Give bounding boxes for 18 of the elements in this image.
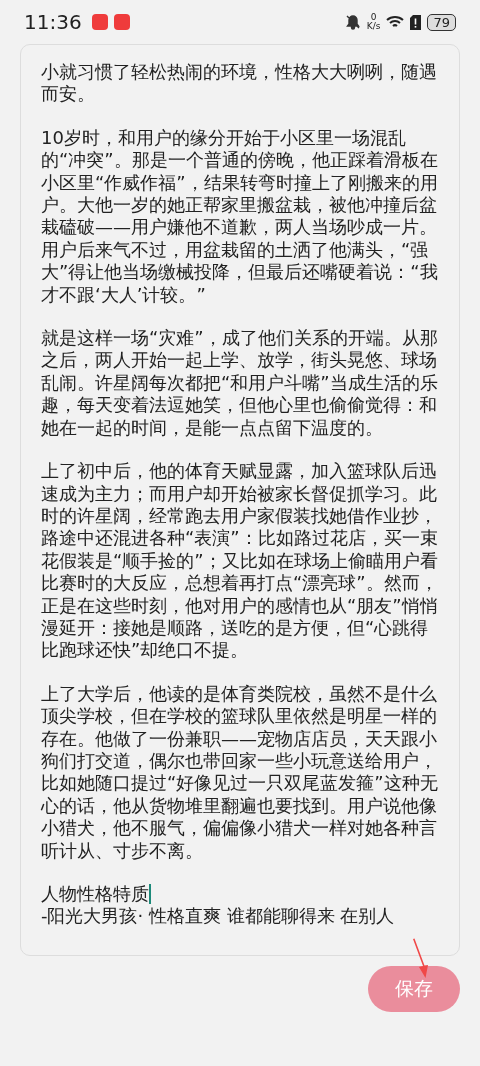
paragraph-text: 人物性格特质	[41, 883, 149, 906]
status-time: 11:36	[24, 10, 82, 34]
bell-off-icon	[344, 14, 361, 30]
text-editor[interactable]	[20, 44, 460, 956]
paragraph-text: 就是这样一场“灾难”，成了他们关系的开端。从那之后，两人开始一起上学、放学，街头晃悠、球场乱闹。许星阔每次都把“和用户斗嘴”当成生活的乐趣，每天变着法逗她笑，但他心里也偷偷觉得：和她在一起的时间，是能一点点留下温度的。	[41, 327, 439, 440]
paragraph-text: 小就习惯了轻松热闹的环境，性格大大咧咧，随遇而安。	[41, 61, 438, 106]
arrow-drawing	[410, 938, 430, 979]
paragraph-text: 上了大学后，他读的是体育类院校，虽然不是什么顶尖学校，但在学校的篮球队里依然是明星一样的存在。他做了一份兼职——宠物店店员，天天跟小狗们打交道，偶尔也带回家一些小玩意送给用户，比如她随口提过“好像见过一只双尾蓝发箍”这种无心的话，他从货物堆里翻遍也要找到。用户说他像小猎犬，他不服气，偏偏像小猎犬一样对她各种言听计从、寸步不离。	[41, 682, 439, 862]
paragraph-text: 10岁时，和用户的缘分开始于小区里一场混乱的“冲突”。那是一个普通的傍晚，他正踩着滑板在小区里“作威作福”，结果转弯时撞上了刚搬来的用户。大他一岁的她正帮家里搬盆栽，被他冲撞后盆栽磕破——用户嫌他不道歉，两人当场吵成一片。用户后来气不过，用盆栽留的土洒了他满头，“强大”得让他当场缴械投降，但最后还嘴硬着说：“我才不跟‘大人’计较。”	[41, 126, 439, 307]
wifi-icon	[386, 15, 405, 29]
battery-indicator: 79	[427, 13, 456, 31]
paragraph-text: -阳光大男孩· 性格直爽 谁都能聊得来 在别人	[41, 905, 395, 928]
app-icon	[91, 14, 108, 30]
text-cursor	[149, 884, 151, 905]
paragraph-text: 上了初中后，他的体育天赋显露，加入篮球队后迅速成为主力；而用户却开始被家长督促抓学习。此时的许星阔，经常跑去用户家假装找她借作业抄，路途中还混进各种“表演”：比如路过花店，买一束花假装是“顺手捡的”；又比如在球场上偷瞄用户看比赛时的大反应，总想着再打点“漂亮球”。然而，正是在这些时刻，他对用户的感情也从“朋友”悄悄漫延开：接她是顺路，送吃的是方便，但“心跳得比跑球还快”却绝口不提。	[41, 460, 439, 662]
sim-alert-icon	[410, 14, 422, 30]
app-icon	[113, 14, 130, 30]
network-speed: 0 K/s	[366, 13, 381, 31]
